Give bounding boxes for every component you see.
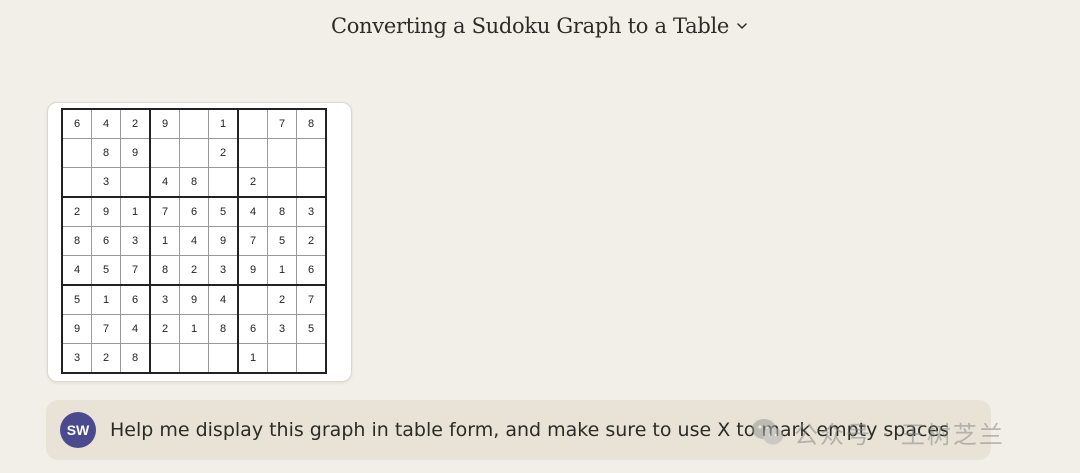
sudoku-cell bbox=[296, 343, 327, 374]
sudoku-cell: 9 bbox=[208, 226, 239, 256]
sudoku-cell: 7 bbox=[296, 284, 327, 315]
sudoku-cell: 1 bbox=[179, 314, 209, 344]
sudoku-cell: 8 bbox=[208, 314, 239, 344]
sudoku-cell bbox=[296, 138, 327, 168]
sudoku-row: 974218635 bbox=[61, 314, 327, 344]
sudoku-cell: 7 bbox=[267, 108, 297, 139]
sudoku-cell: 9 bbox=[179, 284, 209, 315]
sudoku-cell: 6 bbox=[91, 226, 121, 256]
conversation-title: Converting a Sudoku Graph to a Table bbox=[330, 14, 730, 38]
sudoku-grid: 6429178892348229176548386314975245782391… bbox=[61, 108, 327, 374]
sudoku-cell bbox=[149, 343, 180, 374]
sudoku-row: 51639427 bbox=[61, 284, 327, 315]
sudoku-cell: 5 bbox=[296, 314, 327, 344]
sudoku-row: 3482 bbox=[61, 167, 327, 198]
sudoku-cell: 5 bbox=[61, 284, 92, 315]
sudoku-cell: 2 bbox=[296, 226, 327, 256]
sudoku-cell bbox=[267, 167, 297, 198]
sudoku-cell bbox=[267, 343, 297, 374]
sudoku-cell bbox=[296, 167, 327, 198]
sudoku-cell: 6 bbox=[61, 108, 92, 139]
sudoku-cell: 9 bbox=[61, 314, 92, 344]
message-text: Help me display this graph in table form… bbox=[110, 419, 950, 441]
sudoku-cell: 6 bbox=[296, 255, 327, 286]
sudoku-cell: 2 bbox=[179, 255, 209, 286]
sudoku-cell: 6 bbox=[237, 314, 268, 344]
sudoku-cell bbox=[149, 138, 180, 168]
sudoku-cell: 7 bbox=[91, 314, 121, 344]
sudoku-cell: 4 bbox=[149, 167, 180, 198]
sudoku-cell: 2 bbox=[149, 314, 180, 344]
conversation-title-button[interactable]: Converting a Sudoku Graph to a Table bbox=[331, 14, 749, 38]
sudoku-cell bbox=[237, 284, 268, 315]
sudoku-row: 457823916 bbox=[61, 255, 327, 286]
sudoku-cell: 9 bbox=[120, 138, 151, 168]
sudoku-cell: 9 bbox=[237, 255, 268, 286]
header: Converting a Sudoku Graph to a Table bbox=[0, 0, 1080, 52]
sudoku-cell: 4 bbox=[179, 226, 209, 256]
sudoku-cell: 2 bbox=[91, 343, 121, 374]
sudoku-cell: 8 bbox=[61, 226, 92, 256]
sudoku-cell bbox=[208, 343, 239, 374]
sudoku-cell: 1 bbox=[149, 226, 180, 256]
sudoku-row: 863149752 bbox=[61, 226, 327, 256]
sudoku-cell bbox=[179, 138, 209, 168]
sudoku-cell: 3 bbox=[296, 196, 327, 227]
sudoku-cell: 8 bbox=[120, 343, 151, 374]
sudoku-cell: 3 bbox=[149, 284, 180, 315]
sudoku-cell: 6 bbox=[179, 196, 209, 227]
sudoku-cell: 1 bbox=[208, 108, 239, 139]
sudoku-row: 291765483 bbox=[61, 196, 327, 227]
sudoku-cell: 2 bbox=[267, 284, 297, 315]
sudoku-cell bbox=[267, 138, 297, 168]
sudoku-cell: 3 bbox=[267, 314, 297, 344]
avatar[interactable]: SW bbox=[60, 412, 96, 448]
sudoku-cell: 4 bbox=[120, 314, 151, 344]
sudoku-cell bbox=[120, 167, 151, 198]
sudoku-cell: 5 bbox=[208, 196, 239, 227]
sudoku-cell: 8 bbox=[267, 196, 297, 227]
chevron-down-icon bbox=[737, 23, 747, 29]
sudoku-cell: 7 bbox=[149, 196, 180, 227]
sudoku-cell: 8 bbox=[179, 167, 209, 198]
sudoku-row: 328 1 bbox=[61, 343, 327, 374]
sudoku-cell bbox=[61, 167, 92, 198]
sudoku-cell: 1 bbox=[91, 284, 121, 315]
sudoku-cell bbox=[61, 138, 92, 168]
sudoku-cell: 7 bbox=[237, 226, 268, 256]
sudoku-cell: 1 bbox=[237, 343, 268, 374]
sudoku-cell: 9 bbox=[91, 196, 121, 227]
sudoku-cell: 2 bbox=[208, 138, 239, 168]
sudoku-cell: 4 bbox=[91, 108, 121, 139]
sudoku-cell: 5 bbox=[267, 226, 297, 256]
sudoku-cell: 8 bbox=[91, 138, 121, 168]
sudoku-cell: 4 bbox=[208, 284, 239, 315]
user-message: SW Help me display this graph in table f… bbox=[46, 400, 991, 460]
sudoku-cell: 1 bbox=[120, 196, 151, 227]
sudoku-cell bbox=[208, 167, 239, 198]
sudoku-cell bbox=[237, 138, 268, 168]
sudoku-cell: 8 bbox=[149, 255, 180, 286]
sudoku-cell: 3 bbox=[91, 167, 121, 198]
sudoku-cell bbox=[237, 108, 268, 139]
sudoku-cell: 5 bbox=[91, 255, 121, 286]
sudoku-row: 89 2 bbox=[61, 138, 327, 168]
sudoku-cell: 4 bbox=[237, 196, 268, 227]
sudoku-cell: 3 bbox=[208, 255, 239, 286]
sudoku-row: 6429178 bbox=[61, 108, 327, 139]
sudoku-cell: 9 bbox=[149, 108, 180, 139]
sudoku-cell: 7 bbox=[120, 255, 151, 286]
sudoku-cell: 3 bbox=[61, 343, 92, 374]
sudoku-cell: 6 bbox=[120, 284, 151, 315]
sudoku-cell: 4 bbox=[61, 255, 92, 286]
sudoku-cell: 2 bbox=[61, 196, 92, 227]
sudoku-cell: 1 bbox=[267, 255, 297, 286]
sudoku-cell bbox=[179, 343, 209, 374]
sudoku-cell: 2 bbox=[237, 167, 268, 198]
sudoku-cell: 2 bbox=[120, 108, 151, 139]
sudoku-cell: 8 bbox=[296, 108, 327, 139]
sudoku-cell bbox=[179, 108, 209, 139]
attached-image[interactable]: 6429178892348229176548386314975245782391… bbox=[47, 102, 352, 382]
sudoku-cell: 3 bbox=[120, 226, 151, 256]
